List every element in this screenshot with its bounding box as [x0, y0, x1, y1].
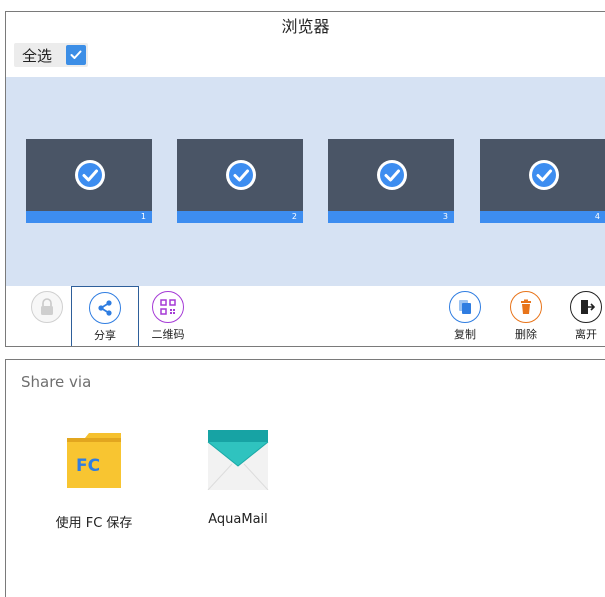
fc-folder-icon: FC — [67, 433, 121, 488]
share-target-aquamail[interactable]: AquaMail — [183, 430, 293, 527]
exit-icon — [570, 291, 602, 323]
thumbnail-number-bar: 4 — [480, 211, 605, 223]
browser-panel: 浏览器 全选 1 2 3 4 分享 二维码 复制 删除 离开 — [5, 11, 605, 347]
selected-check-icon — [75, 160, 105, 190]
selected-check-icon — [529, 160, 559, 190]
thumbnail-number: 4 — [594, 212, 600, 221]
qrcode-button[interactable]: 二维码 — [148, 286, 188, 346]
qrcode-icon — [152, 291, 184, 323]
app-label: AquaMail — [208, 512, 268, 527]
aquamail-icon — [207, 430, 269, 490]
copy-button[interactable]: 复制 — [445, 286, 485, 346]
exit-label: 离开 — [575, 328, 597, 341]
select-all-toggle[interactable]: 全选 — [14, 43, 88, 67]
svg-text:FC: FC — [76, 456, 100, 476]
thumbnail-card[interactable]: 1 — [26, 139, 152, 223]
checkmark-icon — [70, 50, 82, 59]
share-sheet-title: Share via — [21, 373, 92, 391]
selected-check-icon — [377, 160, 407, 190]
trash-icon — [510, 291, 542, 323]
thumbnail-number-bar: 3 — [328, 211, 454, 223]
share-sheet: Share via FC 使用 FC 保存 AquaMail — [5, 359, 605, 597]
selected-check-icon — [226, 160, 256, 190]
share-button[interactable]: 分享 — [71, 286, 139, 346]
copy-label: 复制 — [454, 328, 476, 341]
app-label: 使用 FC 保存 — [55, 516, 133, 531]
copy-icon — [449, 291, 481, 323]
exit-button[interactable]: 离开 — [566, 286, 605, 346]
delete-button[interactable]: 删除 — [506, 286, 546, 346]
select-all-checkbox[interactable] — [66, 45, 86, 65]
qrcode-label: 二维码 — [151, 328, 185, 341]
select-all-label: 全选 — [22, 46, 53, 65]
thumbnail-number-bar: 2 — [177, 211, 303, 223]
delete-label: 删除 — [515, 328, 537, 341]
thumbnail-strip[interactable]: 1 2 3 4 — [6, 77, 605, 286]
share-label: 分享 — [94, 329, 116, 342]
lock-button[interactable] — [26, 286, 68, 346]
thumbnail-number: 3 — [442, 212, 448, 221]
lock-icon — [31, 291, 63, 323]
thumbnail-card[interactable]: 4 — [480, 139, 605, 223]
share-icon — [89, 292, 121, 324]
page-title: 浏览器 — [281, 17, 330, 36]
thumbnail-number: 1 — [140, 212, 146, 221]
thumbnail-number: 2 — [291, 212, 297, 221]
thumbnail-card[interactable]: 2 — [177, 139, 303, 223]
bottom-toolbar: 分享 二维码 复制 删除 离开 — [6, 286, 605, 346]
share-target-fc[interactable]: FC 使用 FC 保存 — [39, 430, 149, 531]
thumbnail-card[interactable]: 3 — [328, 139, 454, 223]
thumbnail-number-bar: 1 — [26, 211, 152, 223]
